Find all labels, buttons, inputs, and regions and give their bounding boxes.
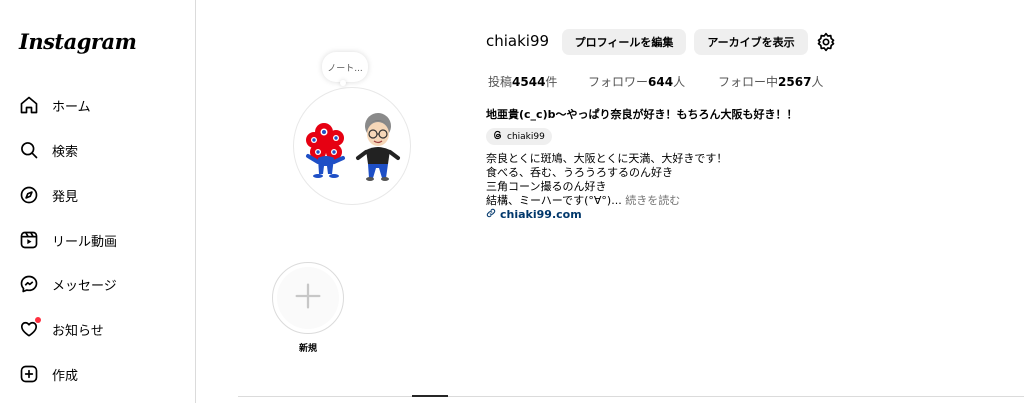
search-icon [18, 139, 40, 161]
read-more-link[interactable]: 続きを読む [625, 194, 680, 207]
sidebar-item-label: 発見 [52, 189, 79, 205]
sidebar-item-reels[interactable]: リール動画 [18, 225, 117, 255]
compass-icon [18, 184, 40, 206]
plus-square-icon [18, 363, 40, 385]
sidebar-item-home[interactable]: ホーム [18, 90, 91, 120]
sidebar: Instagram ホーム 検索 発見 リール動画 メッセージ お知らせ 作成 [0, 0, 196, 403]
threads-handle: chiaki99 [507, 131, 545, 142]
settings-gear-icon[interactable] [816, 32, 836, 56]
profile-username: chiaki99 [486, 32, 550, 50]
new-highlight-label: 新規 [298, 344, 317, 354]
sidebar-item-label: ホーム [52, 99, 91, 115]
messenger-icon [18, 273, 40, 295]
view-archive-button[interactable]: アーカイブを表示 [694, 29, 808, 55]
profile-main: ノート... chiaki99 プロフィールを編集 アーカイブを表示 投稿454… [196, 0, 1024, 403]
sidebar-item-label: 検索 [52, 144, 79, 160]
home-icon [18, 94, 40, 116]
note-bubble-tail [340, 80, 346, 86]
notification-dot [35, 317, 41, 323]
sidebar-item-label: リール動画 [52, 234, 118, 250]
stat-following[interactable]: フォロー中2567人 [718, 73, 823, 90]
followers-count: 644 [648, 75, 674, 89]
new-highlight-inner [277, 267, 339, 329]
profile-link-text: chiaki99.com [500, 208, 582, 221]
edit-profile-button[interactable]: プロフィールを編集 [562, 29, 686, 55]
note-bubble[interactable]: ノート... [322, 52, 368, 82]
sidebar-item-messages[interactable]: メッセージ [18, 269, 117, 299]
tabs-divider [238, 396, 1024, 397]
active-tab-indicator [412, 395, 448, 397]
bio-line-last: 結構、ミーハーです(°∀°)... 続きを読む [486, 194, 681, 207]
bio-line: 三角コーン撮るのん好き [486, 180, 607, 193]
sidebar-item-label: お知らせ [52, 323, 104, 339]
threads-icon [493, 130, 503, 143]
stat-followers[interactable]: フォロワー644人 [588, 73, 685, 90]
reels-icon [18, 229, 40, 251]
avatar-illustration [306, 113, 400, 181]
sidebar-item-label: 作成 [52, 368, 79, 384]
sidebar-item-create[interactable]: 作成 [18, 359, 78, 389]
profile-link[interactable]: chiaki99.com [486, 208, 582, 221]
following-count: 2567 [778, 75, 812, 89]
bio-line: 奈良とくに斑鳩、大阪とくに天満、大好きです！ [486, 152, 728, 165]
sidebar-item-explore[interactable]: 発見 [18, 180, 78, 210]
heart-icon [18, 317, 41, 340]
profile-avatar[interactable] [293, 87, 411, 205]
sidebar-item-search[interactable]: 検索 [18, 135, 78, 165]
instagram-logo[interactable]: Instagram [19, 29, 137, 54]
bio-line: 食べる、呑む、うろうろするのん好き [486, 166, 673, 179]
sidebar-item-notifications[interactable]: お知らせ [18, 314, 104, 344]
posts-count: 4544 [512, 75, 546, 89]
sidebar-item-label: メッセージ [52, 278, 117, 294]
plus-icon [291, 279, 325, 317]
profile-display-name: 地亜貴(c_c)b〜やっぱり奈良が好き！もちろん大阪も好き！！ [486, 108, 798, 121]
new-highlight-button[interactable] [272, 262, 344, 334]
stat-posts: 投稿4544件 [488, 75, 558, 89]
link-icon [486, 208, 496, 221]
threads-badge[interactable]: chiaki99 [486, 128, 552, 145]
